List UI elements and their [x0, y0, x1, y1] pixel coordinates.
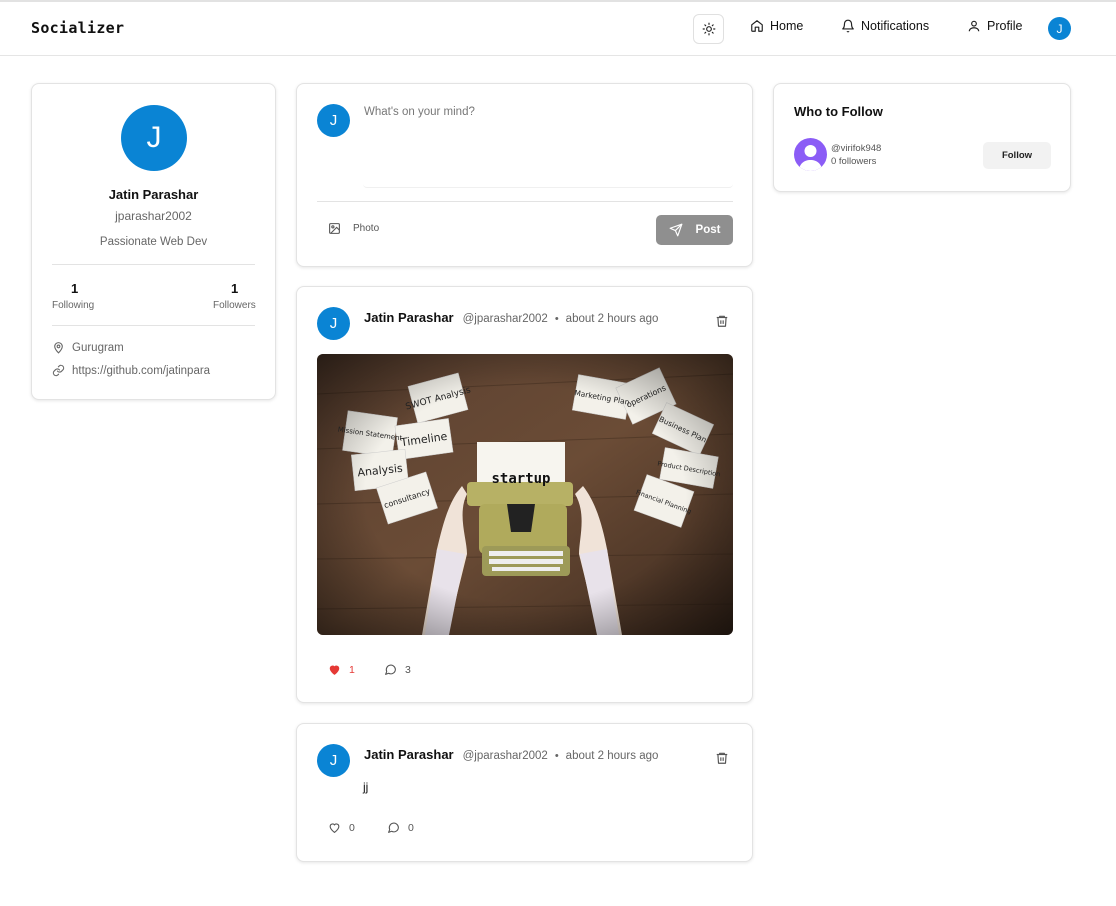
post-handle: @jparashar2002 [462, 750, 548, 762]
website-row[interactable]: https://github.com/jatinpara [52, 364, 210, 377]
comment-count: 0 [408, 821, 414, 834]
trash-icon[interactable] [715, 314, 729, 328]
who-to-follow-title: Who to Follow [794, 104, 883, 119]
nav-home-label: Home [770, 19, 804, 33]
comment-icon [388, 822, 399, 833]
image-icon [329, 223, 340, 234]
user-placeholder-icon [799, 145, 822, 171]
post-handle: @jparashar2002 [462, 313, 548, 325]
theme-toggle-button[interactable] [693, 14, 724, 44]
heart-filled-icon [329, 665, 340, 675]
comment-icon [385, 664, 396, 675]
suggested-user-avatar[interactable] [794, 138, 827, 171]
heart-outline-icon [329, 823, 340, 834]
nav-profile-label: Profile [987, 19, 1023, 33]
user-avatar[interactable]: J [1048, 17, 1071, 40]
followers-count: 1 [231, 281, 239, 296]
nav-home[interactable]: Home [750, 19, 803, 33]
followers-label: Followers [213, 300, 256, 311]
profile-avatar[interactable]: J [121, 105, 187, 171]
post-author[interactable]: Jatin Parashar [364, 310, 454, 325]
post-header: Jatin Parashar @jparashar2002 • about 2 … [364, 747, 658, 762]
separator-dot: • [554, 750, 559, 762]
trash-icon[interactable] [715, 751, 729, 765]
separator-dot: • [554, 313, 559, 325]
send-icon [669, 223, 682, 237]
nav-profile[interactable]: Profile [967, 19, 1022, 33]
follow-button[interactable]: Follow [983, 142, 1051, 169]
post-time: about 2 hours ago [565, 750, 659, 762]
photo-button[interactable]: Photo [328, 222, 379, 235]
profile-bio: Passionate Web Dev [99, 236, 208, 248]
following-count: 1 [71, 281, 79, 296]
divider [52, 264, 255, 265]
post-avatar[interactable]: J [317, 744, 350, 777]
comment-count: 3 [405, 663, 411, 676]
who-to-follow-card: Who to Follow @virifok948 0 followers Fo… [773, 83, 1071, 192]
sun-icon [702, 22, 715, 36]
divider [317, 201, 733, 202]
post-label: Post [695, 224, 721, 236]
location-text: Gurugram [72, 341, 124, 354]
profile-handle: jparashar2002 [115, 209, 192, 223]
image-word-startup: startup [491, 471, 550, 487]
suggested-user-followers: 0 followers [831, 156, 877, 167]
post-card: J Jatin Parashar @jparashar2002 • about … [296, 723, 753, 862]
profile-card: J Jatin Parashar jparashar2002 Passionat… [31, 83, 276, 400]
link-icon [52, 364, 65, 377]
suggested-user-handle[interactable]: @virifok948 [831, 143, 881, 154]
post-input[interactable] [363, 104, 733, 188]
post-text: jj [363, 780, 369, 794]
post-header: Jatin Parashar @jparashar2002 • about 2 … [364, 310, 658, 325]
post-image[interactable]: startup SWOT Analysis Mission Statement … [317, 354, 733, 635]
user-icon [968, 20, 980, 32]
post-card: J Jatin Parashar @jparashar2002 • about … [296, 286, 753, 703]
home-icon [751, 20, 763, 32]
location-row: Gurugram [52, 341, 124, 354]
post-author[interactable]: Jatin Parashar [364, 747, 454, 762]
like-button[interactable]: 0 [328, 821, 355, 834]
navbar: Socializer Home Notifications Profile J [0, 2, 1116, 56]
post-time: about 2 hours ago [565, 313, 659, 325]
post-button[interactable]: Post [656, 215, 733, 245]
bell-icon [842, 19, 854, 33]
post-composer: J Photo Post [296, 83, 753, 267]
website-link[interactable]: https://github.com/jatinpara [72, 365, 210, 377]
composer-avatar: J [317, 104, 350, 137]
profile-name[interactable]: Jatin Parashar [32, 187, 275, 202]
like-button[interactable]: 1 [328, 663, 355, 676]
nav-notifications[interactable]: Notifications [841, 19, 929, 33]
comment-button[interactable]: 0 [387, 821, 414, 834]
following-label: Following [52, 300, 95, 311]
map-pin-icon [54, 342, 63, 354]
nav-notifications-label: Notifications [861, 19, 930, 33]
photo-label: Photo [353, 223, 380, 234]
like-count: 0 [349, 821, 355, 834]
brand-logo[interactable]: Socializer [31, 19, 124, 37]
comment-button[interactable]: 3 [384, 663, 411, 676]
like-count: 1 [349, 663, 355, 676]
startup-typewriter-image: startup SWOT Analysis Mission Statement … [317, 354, 733, 635]
divider [52, 325, 255, 326]
post-avatar[interactable]: J [317, 307, 350, 340]
